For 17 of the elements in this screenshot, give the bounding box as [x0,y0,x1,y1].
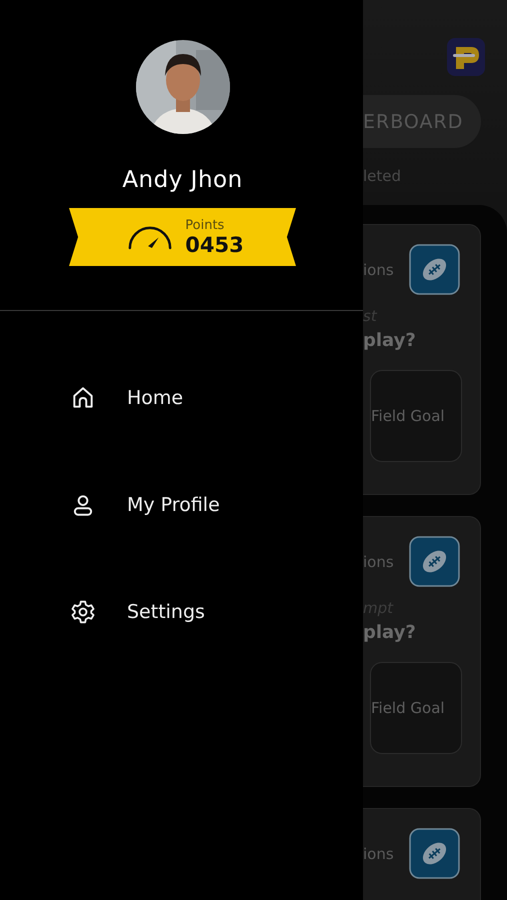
menu-item[interactable]: Home [127,387,184,409]
category-label: ions [363,260,394,278]
points-value: 0453 [185,234,244,256]
question-text: play? [363,330,417,351]
question-text: play? [363,622,417,643]
logo-icon[interactable] [447,38,485,76]
football-icon-button[interactable] [409,828,460,879]
settings-icon [70,599,96,625]
points-label: Points [185,218,226,232]
gauge-icon [127,224,174,250]
user-name: Andy Jhon [122,167,243,193]
menu-item[interactable]: Settings [127,601,205,623]
football-icon-button[interactable] [409,244,460,295]
category-label: ions [363,844,394,862]
category-label: ions [363,552,394,570]
football-icon-button[interactable] [409,536,460,587]
menu-item[interactable]: My Profile [127,494,220,516]
